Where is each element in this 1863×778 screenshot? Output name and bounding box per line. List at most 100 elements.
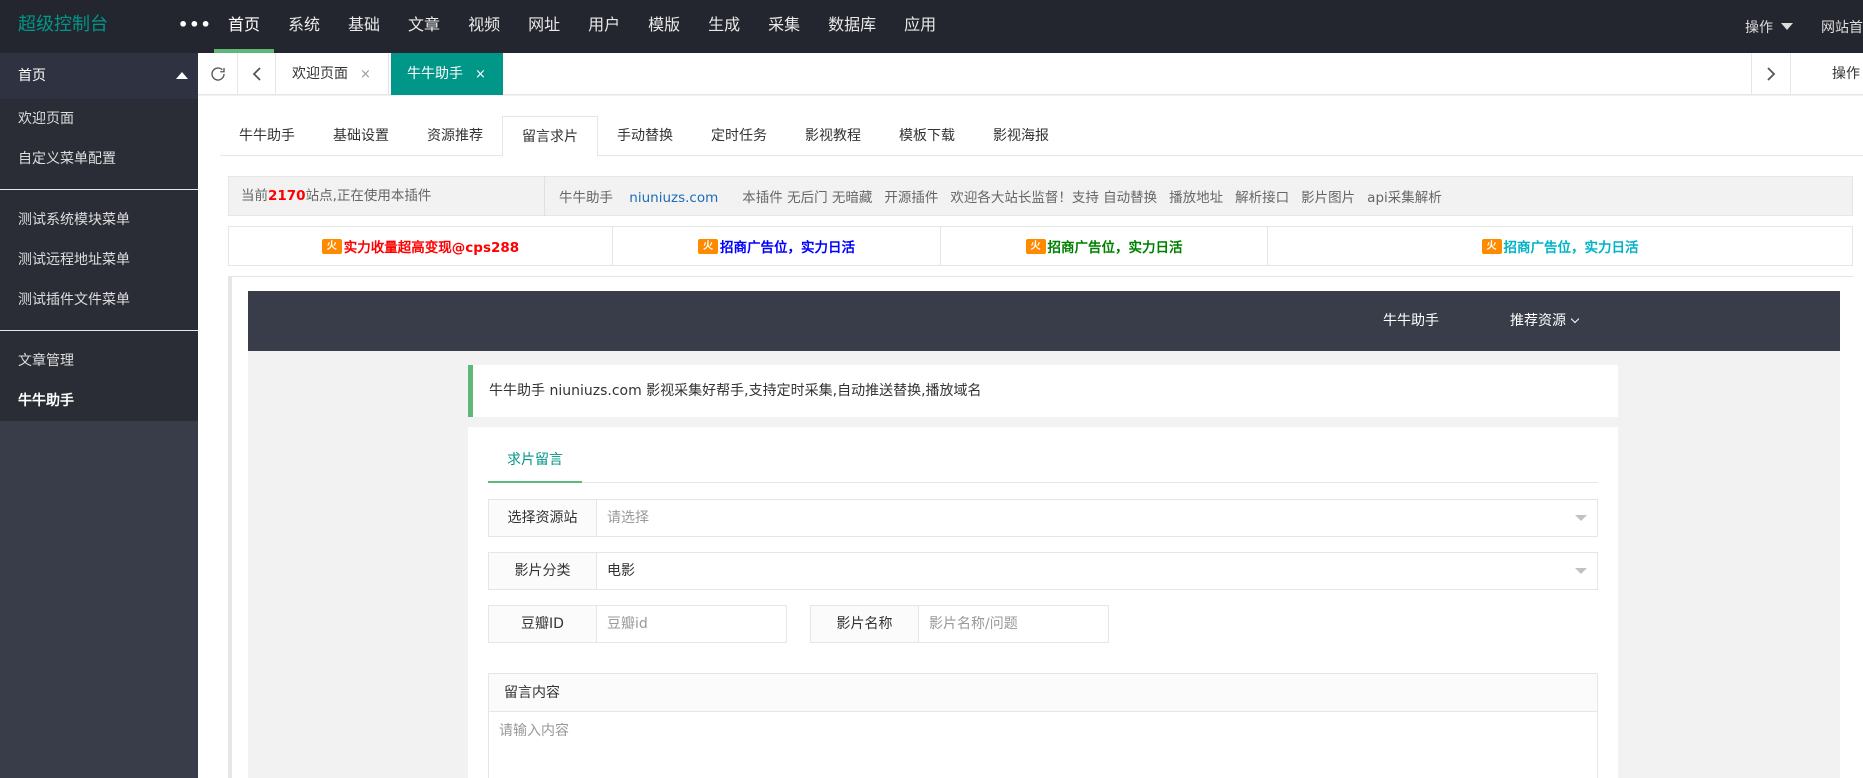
info-item: api采集解析 — [1367, 190, 1442, 206]
tab-label: 欢迎页面 — [292, 66, 348, 82]
sidebar-item-articles[interactable]: 文章管理 — [0, 341, 198, 381]
inner-nav-recommend[interactable]: 推荐资源 — [1510, 291, 1580, 351]
top-nav-user[interactable]: 用户 — [574, 0, 634, 53]
site-link[interactable]: niuniuzs.com — [629, 190, 718, 206]
app-logo[interactable]: 超级控制台 — [18, 0, 108, 53]
inner-header: 牛牛助手 推荐资源 — [248, 291, 1840, 351]
caret-down-icon[interactable] — [1781, 23, 1793, 30]
caret-down-icon — [1575, 515, 1587, 521]
message-content-input[interactable]: 请输入内容 — [489, 712, 1597, 748]
sidebar-item-custom-menu[interactable]: 自定义菜单配置 — [0, 139, 198, 179]
tab-video-posters[interactable]: 影视海报 — [974, 116, 1068, 156]
ad-slot[interactable]: 火招商广告位，实力日活 — [1268, 227, 1852, 265]
tab-scheduled-tasks[interactable]: 定时任务 — [692, 116, 786, 156]
fire-icon: 火 — [1025, 238, 1046, 254]
info-item: 本插件 无后门 无暗藏 — [742, 190, 873, 206]
inner-nav-label: 推荐资源 — [1510, 313, 1566, 329]
top-nav-apps[interactable]: 应用 — [890, 0, 950, 53]
inner-body: 牛牛助手 niuniuzs.com 影视采集好帮手,支持定时采集,自动推送替换,… — [248, 351, 1840, 778]
fire-icon: 火 — [698, 238, 718, 254]
ad-bar: 火实力收量超高变现@cps288 火招商广告位，实力日活 火招商广告位，实力日活… — [228, 226, 1853, 266]
close-icon[interactable]: × — [360, 67, 371, 82]
top-nav-system[interactable]: 系统 — [274, 0, 334, 53]
top-nav-template[interactable]: 模版 — [634, 0, 694, 53]
sidebar-group: 欢迎页面 自定义菜单配置 测试系统模块菜单 测试远程地址菜单 测试插件文件菜单 … — [0, 99, 198, 421]
field-label: 豆瓣ID — [489, 606, 597, 642]
top-nav-collect[interactable]: 采集 — [754, 0, 814, 53]
card-tabs: 求片留言 — [488, 437, 1598, 483]
sidebar-item-test-remote[interactable]: 测试远程地址菜单 — [0, 240, 198, 280]
ad-text: 招商广告位，实力日活 — [720, 240, 855, 256]
tab-message-request[interactable]: 留言求片 — [502, 116, 598, 157]
top-nav-basic[interactable]: 基础 — [334, 0, 394, 53]
category-select[interactable]: 影片分类 电影 — [488, 552, 1598, 590]
category-select-value[interactable]: 电影 — [597, 553, 1597, 589]
sidebar-item-test-plugin[interactable]: 测试插件文件菜单 — [0, 280, 198, 320]
tab-niuniu[interactable]: 牛牛助手 × — [391, 53, 503, 95]
top-nav: 首页 系统 基础 文章 视频 网址 用户 模版 生成 采集 数据库 应用 — [214, 0, 950, 53]
ad-slot[interactable]: 火招商广告位，实力日活 — [941, 227, 1268, 265]
tab-welcome[interactable]: 欢迎页面 × — [276, 53, 389, 95]
top-nav-video[interactable]: 视频 — [454, 0, 514, 53]
top-right-menu: 操作 网站首页 — [1745, 0, 1863, 53]
site-count-info: 当前2170站点,正在使用本插件 — [229, 176, 545, 216]
movie-name-input[interactable]: 影片名称/问题 — [919, 606, 1108, 642]
ad-text: 实力收量超高变现@cps288 — [343, 240, 520, 256]
top-nav-article[interactable]: 文章 — [394, 0, 454, 53]
message-content-field: 留言内容 请输入内容 — [488, 673, 1598, 778]
page-tab-bar: 欢迎页面 × 牛牛助手 × 操作 — [198, 53, 1863, 95]
field-label: 影片分类 — [489, 553, 597, 589]
more-icon[interactable]: ••• — [178, 0, 212, 53]
tab-basic-settings[interactable]: 基础设置 — [314, 116, 408, 156]
tab-template-download[interactable]: 模板下载 — [880, 116, 974, 156]
top-nav-generate[interactable]: 生成 — [694, 0, 754, 53]
source-select[interactable]: 选择资源站 请选择 — [488, 499, 1598, 537]
top-nav-url[interactable]: 网址 — [514, 0, 574, 53]
ad-slot[interactable]: 火招商广告位，实力日活 — [613, 227, 941, 265]
chevron-down-icon — [1570, 314, 1580, 324]
info-item: 播放地址 — [1169, 190, 1224, 206]
fire-icon: 火 — [1481, 238, 1502, 254]
info-name: 牛牛助手 — [559, 190, 613, 206]
site-home-link[interactable]: 网站首页 — [1821, 17, 1863, 37]
plugin-info: 牛牛助手 niuniuzs.com 本插件 无后门 无暗藏 开源插件 欢迎各大站… — [545, 186, 1454, 206]
tab-resources[interactable]: 资源推荐 — [408, 116, 502, 156]
sidebar-head-home[interactable]: 首页 — [0, 53, 198, 99]
inner-nav-niuniu[interactable]: 牛牛助手 — [1383, 291, 1439, 351]
sidebar-item-welcome[interactable]: 欢迎页面 — [0, 99, 198, 139]
operate-menu[interactable]: 操作 — [1745, 17, 1773, 37]
info-item: 欢迎各大站长监督！支持 自动替换 — [950, 190, 1158, 206]
info-item: 影片图片 — [1301, 190, 1356, 206]
close-icon[interactable]: × — [475, 67, 486, 82]
tab-niuniu-assistant[interactable]: 牛牛助手 — [220, 116, 314, 156]
sidebar: 首页 欢迎页面 自定义菜单配置 测试系统模块菜单 测试远程地址菜单 测试插件文件… — [0, 53, 198, 778]
sidebar-head-label: 首页 — [18, 68, 46, 84]
chevron-right-icon[interactable] — [1751, 53, 1791, 95]
douban-id-input[interactable]: 豆瓣id — [597, 606, 786, 642]
tab-manual-replace[interactable]: 手动替换 — [598, 116, 692, 156]
site-count: 2170 — [268, 188, 306, 204]
tab-request-message[interactable]: 求片留言 — [488, 437, 582, 483]
info-item: 牛牛助手 niuniuzs.com — [559, 186, 730, 206]
douban-id-field[interactable]: 豆瓣ID 豆瓣id — [488, 605, 787, 643]
ad-slot[interactable]: 火实力收量超高变现@cps288 — [229, 227, 613, 265]
top-nav-home[interactable]: 首页 — [214, 0, 275, 53]
field-label: 选择资源站 — [489, 500, 597, 536]
info-prefix: 当前 — [241, 188, 268, 204]
source-select-value[interactable]: 请选择 — [597, 500, 1597, 536]
movie-name-field[interactable]: 影片名称 影片名称/问题 — [810, 605, 1109, 643]
field-label: 留言内容 — [489, 674, 1597, 712]
fire-icon: 火 — [321, 238, 342, 254]
chevron-left-icon[interactable] — [238, 53, 276, 95]
top-nav-database[interactable]: 数据库 — [814, 0, 890, 53]
info-bar: 当前2170站点,正在使用本插件 牛牛助手 niuniuzs.com 本插件 无… — [228, 176, 1853, 216]
tab-video-tutorials[interactable]: 影视教程 — [786, 116, 880, 156]
tab-operate-menu[interactable]: 操作 — [1832, 53, 1860, 95]
refresh-icon[interactable] — [198, 53, 238, 95]
sidebar-item-test-module[interactable]: 测试系统模块菜单 — [0, 200, 198, 240]
sidebar-item-niuniu[interactable]: 牛牛助手 — [0, 381, 198, 421]
main-content: 牛牛助手 基础设置 资源推荐 留言求片 手动替换 定时任务 影视教程 模板下载 … — [198, 96, 1863, 778]
